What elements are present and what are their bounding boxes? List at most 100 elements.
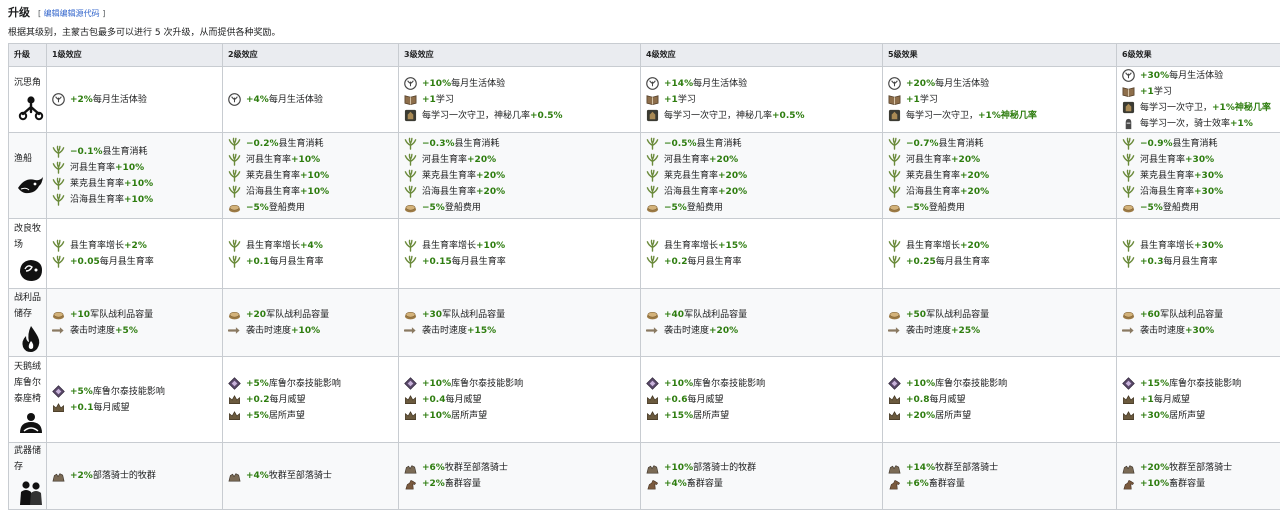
coin-icon — [646, 204, 659, 213]
effect-text-post: 每月威望 — [1153, 394, 1190, 405]
effect-text-post: 县生育消耗 — [1172, 138, 1218, 149]
effect-text-post: 军队战利品容量 — [90, 309, 154, 320]
effect-line: +0.15 每月县生育率 — [404, 254, 640, 270]
effect-value: −0.3% — [422, 138, 455, 149]
effect-line: +20% 每月生活体验 — [888, 76, 1116, 92]
effect-value: +20% — [1140, 463, 1170, 473]
effect-text-post: 县生育消耗 — [278, 138, 324, 149]
effect-text-pre: 袭击时速度 — [422, 325, 468, 336]
effect-line: +30% 每月生活体验 — [1122, 68, 1280, 84]
effect-value: +15% — [467, 325, 497, 336]
effect-line: +1 学习 — [888, 92, 1116, 108]
level-4-effects: +40 军队战利品容量 袭击时速度 +20% — [640, 288, 883, 357]
effect-text-pre: 莱克县生育率 — [422, 170, 477, 181]
plant-icon — [888, 169, 901, 182]
effect-text-pre: 河县生育率 — [664, 154, 710, 165]
effect-line: 每学习一次守卫， +1%神秘几率 — [1122, 100, 1280, 116]
effect-line: 莱克县生育率 +20% — [888, 168, 1116, 184]
effect-line: +10% 居所声望 — [404, 408, 640, 424]
effect-line: −0.5% 县生育消耗 — [646, 136, 882, 152]
effect-line: 沿海县生育率 +10% — [52, 192, 222, 208]
upgrades-table: 升级 1级效应 2级效应 3级效应 4级效应 5级效果 6级效果 沉思角 +2% 每… — [8, 43, 1280, 510]
effect-line: 河县生育率 +10% — [52, 160, 222, 176]
plant-icon — [646, 239, 659, 252]
effect-line: 袭击时速度 +15% — [404, 323, 640, 339]
effect-line: +20% 牧群至部落骑士 — [1122, 460, 1280, 476]
effect-value: +10% — [422, 78, 452, 89]
effect-value: +10% — [291, 325, 321, 336]
effect-text-pre: 河县生育率 — [70, 162, 116, 173]
effect-text-post: 每月威望 — [687, 394, 724, 405]
effect-text-pre: 莱克县生育率 — [70, 178, 125, 189]
level-3-effects: −0.3% 县生育消耗 河县生育率 +20% 莱克县生育率 +20% 沿海县生育率 +20% −… — [398, 132, 641, 219]
header-cell: 1级效应 — [46, 43, 223, 67]
edit-links: [ 编辑编辑源代码 ] — [38, 9, 106, 18]
header-cell: 6级效果 — [1116, 43, 1280, 67]
effect-text-pre: 沿海县生育率 — [246, 186, 301, 197]
effect-value: +20% — [476, 186, 506, 197]
effect-text-post: 军队战利品容量 — [1160, 309, 1224, 320]
effect-value: +4% — [246, 94, 269, 105]
lifestyle-icon — [1122, 69, 1135, 82]
effect-value: +10% — [906, 378, 936, 389]
edit-source-link[interactable]: 编辑源代码 — [60, 9, 100, 18]
effect-text-post: 每月生活体验 — [935, 78, 990, 89]
effect-text-post: 每月县生育率 — [451, 256, 506, 267]
effect-value: +1 — [906, 94, 920, 105]
effect-line: 县生育率增长 +20% — [888, 238, 1116, 254]
plant-icon — [1122, 255, 1135, 268]
effect-value: +50 — [906, 309, 927, 320]
edit-link[interactable]: 编辑 — [44, 9, 60, 18]
effect-text-pre: 河县生育率 — [422, 154, 468, 165]
effect-value: +15% — [1140, 378, 1170, 389]
effect-value: −0.2% — [246, 138, 279, 149]
plant-icon — [1122, 169, 1135, 182]
effect-text-post: 每月县生育率 — [99, 256, 154, 267]
crown-icon — [229, 395, 240, 405]
effect-value: +5% — [70, 386, 93, 397]
effect-text-pre: 袭击时速度 — [906, 325, 952, 336]
effect-line: 县生育率增长 +15% — [646, 238, 882, 254]
effect-line: +1 学习 — [1122, 84, 1280, 100]
effect-line: +5% 居所声望 — [228, 408, 398, 424]
effect-text-post: 每月生活体验 — [693, 78, 748, 89]
effect-text-pre: 袭击时速度 — [1140, 325, 1186, 336]
effect-value: +0.5% — [772, 110, 805, 121]
effect-text-post: 军队战利品容量 — [684, 309, 748, 320]
crown-icon — [229, 411, 240, 421]
upgrade-name-cell: 武器储存 — [8, 442, 47, 510]
effect-value: +20% — [960, 240, 990, 251]
effect-text-post: 库鲁尔泰技能影响 — [451, 378, 524, 389]
diamond-icon — [888, 377, 901, 390]
effect-line: +30 军队战利品容量 — [404, 307, 640, 323]
effect-text-post: 军队战利品容量 — [926, 309, 990, 320]
effect-value: −0.9% — [1140, 138, 1173, 149]
effect-text-post: 学习 — [1153, 86, 1172, 97]
effect-line: 袭击时速度 +10% — [228, 323, 398, 339]
diamond-icon — [228, 377, 241, 390]
effect-value: +1% — [1230, 118, 1253, 129]
herd-icon — [228, 472, 241, 481]
effect-line: 每学习一次，骑士效率 +1% — [1122, 116, 1280, 132]
level-1-effects: +2% 部落骑士的牧群 — [46, 442, 223, 510]
effect-text-pre: 沿海县生育率 — [664, 186, 719, 197]
arrow-icon — [646, 327, 658, 334]
effect-line: +10% 每月生活体验 — [404, 76, 640, 92]
header-cell: 2级效应 — [222, 43, 399, 67]
effect-line: 袭击时速度 +20% — [646, 323, 882, 339]
effect-line: +4% 畜群容量 — [646, 476, 882, 492]
plant-icon — [404, 185, 417, 198]
level-5-effects: +14% 牧群至部落骑士 +6% 畜群容量 — [882, 442, 1117, 510]
plant-icon — [228, 137, 241, 150]
plant-icon — [52, 255, 65, 268]
effect-value: +0.5% — [530, 110, 563, 121]
effect-line: −5% 登船费用 — [1122, 200, 1280, 216]
effect-line: +4% 每月生活体验 — [228, 92, 398, 108]
effect-line: +0.1 每月县生育率 — [228, 254, 398, 270]
effect-line: +30% 居所声望 — [1122, 408, 1280, 424]
effect-line: 县生育率增长 +30% — [1122, 238, 1280, 254]
effect-value: +10% — [422, 378, 452, 389]
effect-value: +20% — [718, 186, 748, 197]
meditation-icon — [18, 95, 44, 120]
plant-icon — [888, 153, 901, 166]
